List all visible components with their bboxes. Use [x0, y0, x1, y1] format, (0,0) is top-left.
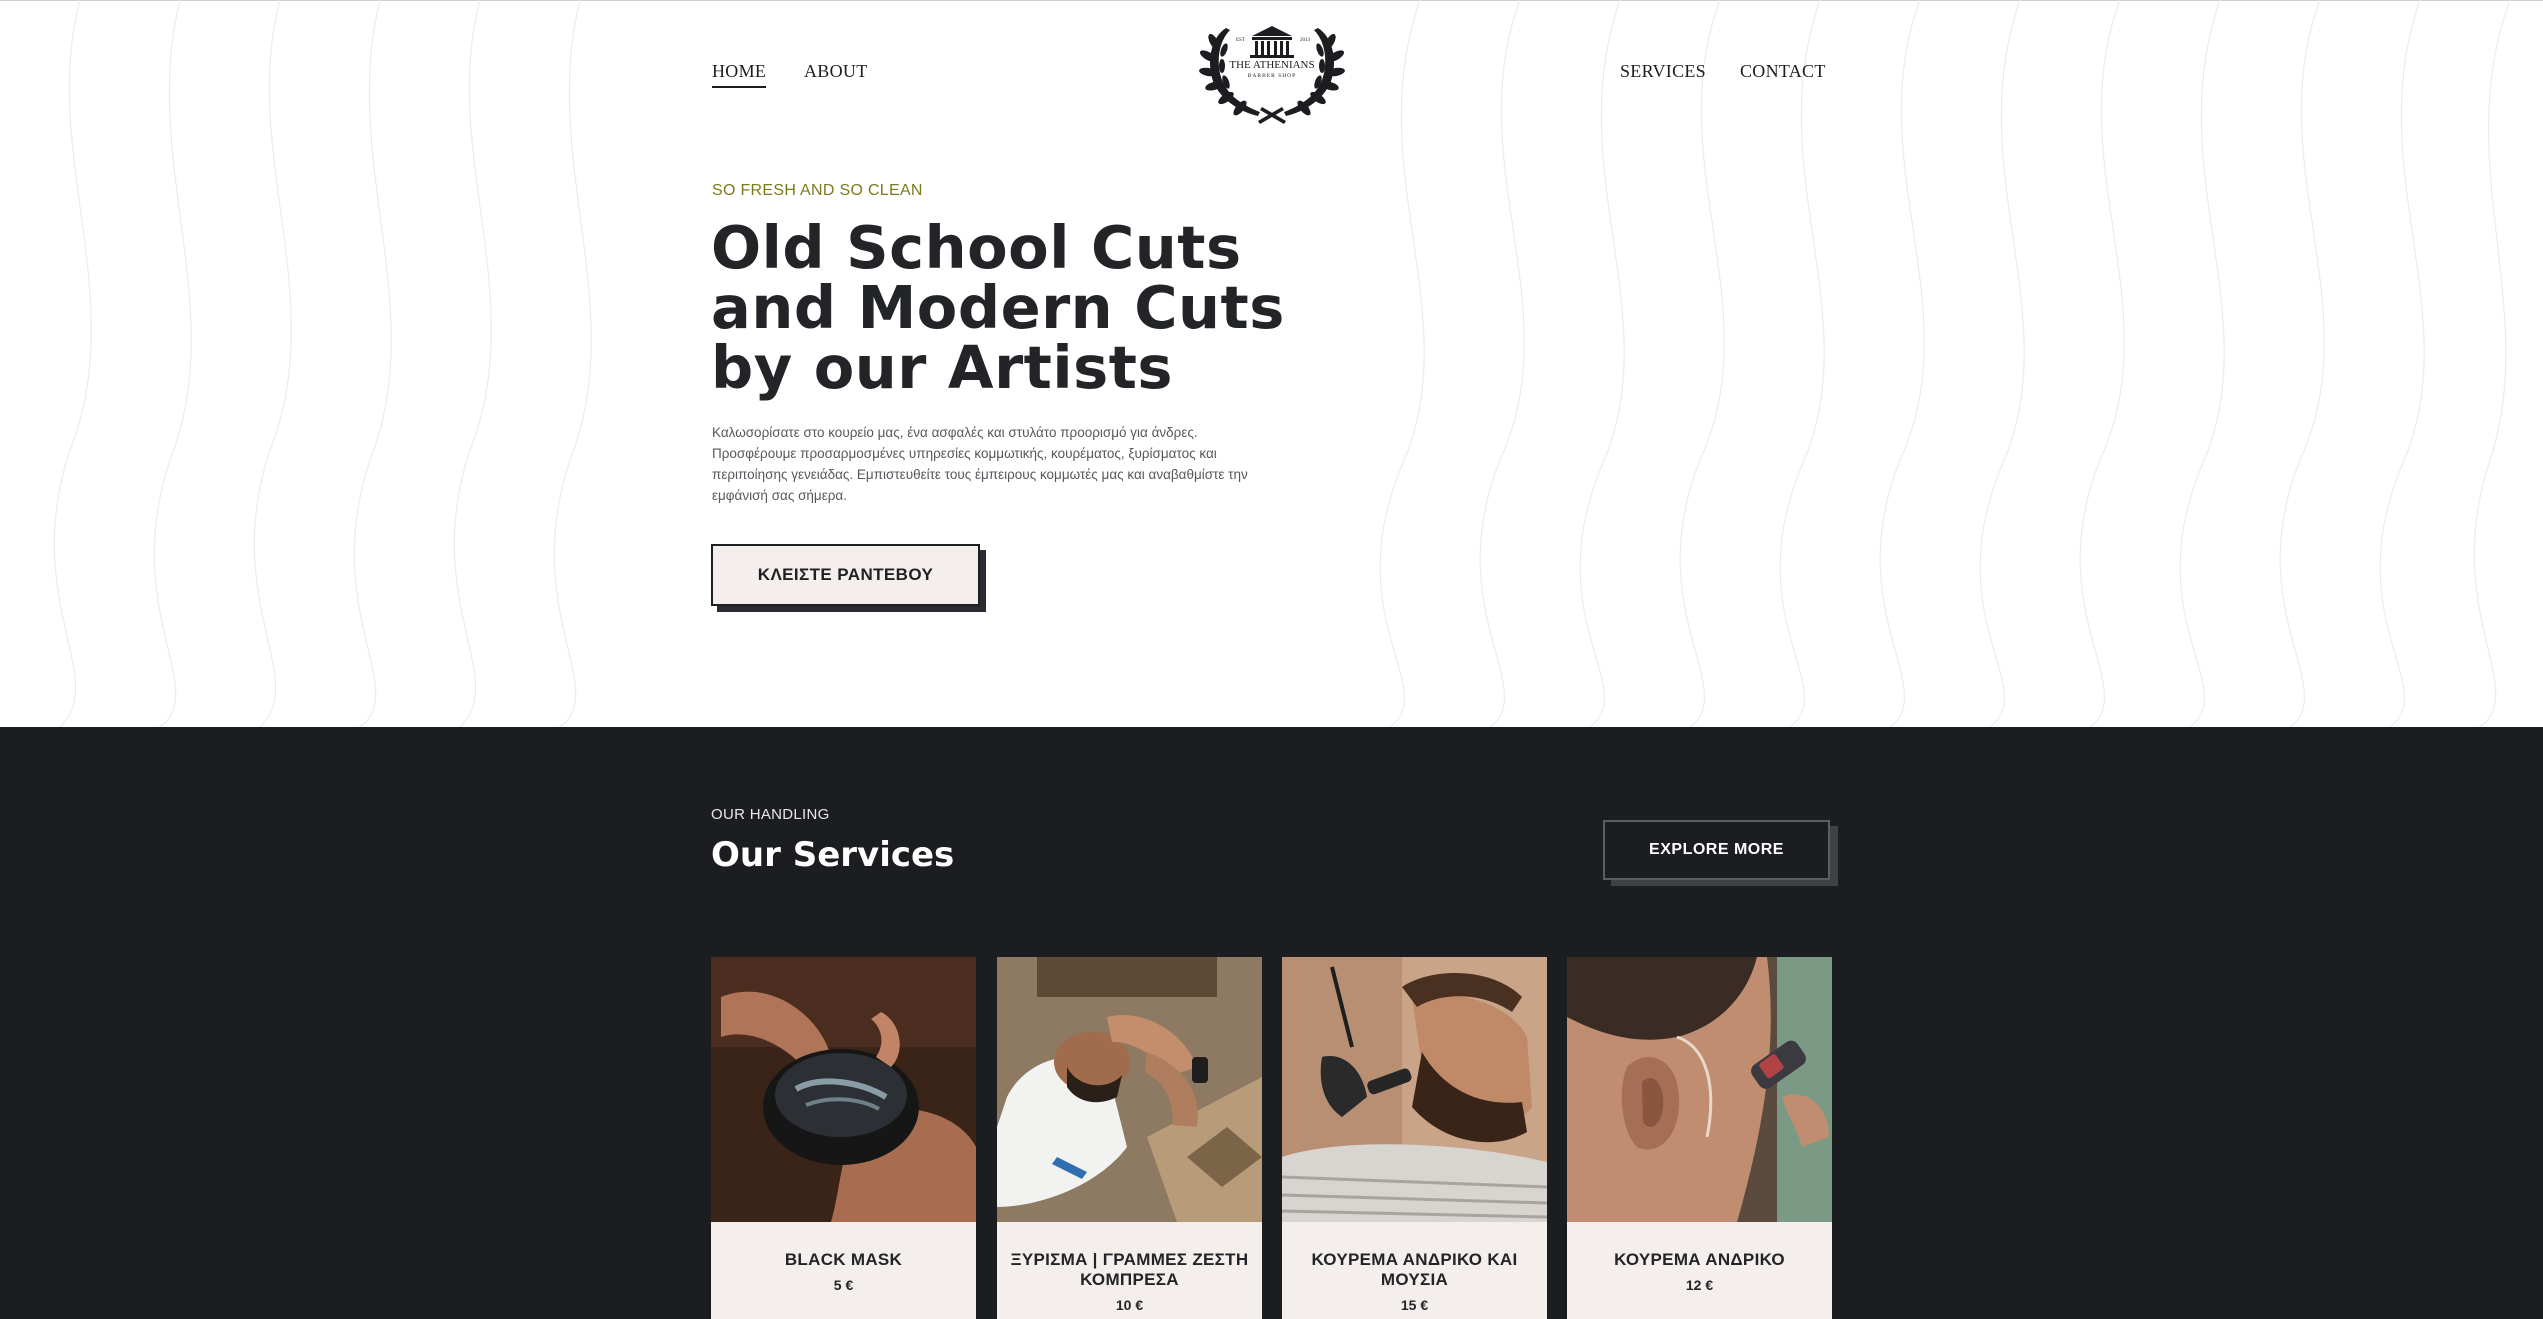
logo-est-year: 2013	[1300, 38, 1311, 43]
service-card[interactable]: BLACK MASK 5 €	[711, 957, 976, 1319]
hero-title: Old School Cuts and Modern Cuts by our A…	[711, 218, 1331, 398]
book-appointment-button[interactable]: ΚΛΕΙΣΤΕ ΡΑΝΤΕΒΟΥ	[711, 544, 980, 606]
explore-more-button[interactable]: EXPLORE MORE	[1603, 820, 1830, 880]
service-name: ΚΟΥΡΕΜΑ ΑΝΔΡΙΚΟ	[1614, 1250, 1785, 1269]
service-card[interactable]: ΚΟΥΡΕΜΑ ΑΝΔΡΙΚΟ 12 €	[1567, 957, 1832, 1319]
service-price: 15 €	[1400, 1297, 1429, 1313]
service-card-body: ΚΟΥΡΕΜΑ ΑΝΔΡΙΚΟ ΚΑΙ ΜΟΥΣΙΑ 15 €	[1282, 1222, 1547, 1319]
service-name: ΚΟΥΡΕΜΑ ΑΝΔΡΙΚΟ ΚΑΙ ΜΟΥΣΙΑ	[1311, 1250, 1518, 1289]
haircut-clipper-photo	[1567, 957, 1832, 1222]
nav-home-link[interactable]: HOME	[712, 60, 767, 88]
hero-eyebrow: SO FRESH AND SO CLEAN	[712, 182, 923, 199]
black-mask-jar-photo	[711, 957, 976, 1222]
services-section: OUR HANDLING Our Services EXPLORE MORE B…	[0, 727, 2543, 1319]
nav-services-link[interactable]: SERVICES	[1620, 60, 1706, 82]
temple-icon	[1250, 26, 1294, 58]
beard-trim-photo	[1282, 957, 1547, 1222]
service-price: 12 €	[1685, 1277, 1714, 1293]
crossed-scissors-icon	[1258, 107, 1286, 124]
nav-about-link[interactable]: ABOUT	[804, 60, 868, 82]
service-card-body: BLACK MASK 5 €	[711, 1222, 976, 1319]
services-title: Our Services	[711, 835, 955, 875]
hero-title-line: and Modern Cuts	[711, 273, 1285, 342]
hero-title-line: Old School Cuts	[711, 213, 1242, 282]
service-card-body: ΚΟΥΡΕΜΑ ΑΝΔΡΙΚΟ 12 €	[1567, 1222, 1832, 1319]
service-card[interactable]: ΞΥΡΙΣΜΑ | ΓΡΑΜΜΕΣ ΖΕΣΤΗ ΚΟΜΠΡΕΣΑ 10 €	[997, 957, 1262, 1319]
nav-contact-link[interactable]: CONTACT	[1740, 60, 1826, 82]
athenians-logo[interactable]: EST 2013 THE ATHENIANS BARBER SHOP	[1192, 20, 1352, 124]
service-card[interactable]: ΚΟΥΡΕΜΑ ΑΝΔΡΙΚΟ ΚΑΙ ΜΟΥΣΙΑ 15 €	[1282, 957, 1547, 1319]
hero-title-line: by our Artists	[711, 333, 1174, 402]
logo-brand-name: THE ATHENIANS	[1229, 59, 1314, 71]
hot-towel-shave-photo	[997, 957, 1262, 1222]
service-price: 10 €	[1115, 1297, 1144, 1313]
services-eyebrow: OUR HANDLING	[711, 806, 830, 823]
service-price: 5 €	[833, 1277, 854, 1293]
service-name: ΞΥΡΙΣΜΑ | ΓΡΑΜΜΕΣ ΖΕΣΤΗ ΚΟΜΠΡΕΣΑ	[1010, 1250, 1249, 1289]
service-name: BLACK MASK	[784, 1250, 903, 1269]
logo-est-label: EST	[1236, 38, 1245, 43]
logo-tagline: BARBER SHOP	[1248, 73, 1296, 79]
service-card-body: ΞΥΡΙΣΜΑ | ΓΡΑΜΜΕΣ ΖΕΣΤΗ ΚΟΜΠΡΕΣΑ 10 €	[997, 1222, 1262, 1319]
hero-description: Καλωσορίσατε στο κουρείο μας, ένα ασφαλέ…	[712, 425, 1248, 503]
